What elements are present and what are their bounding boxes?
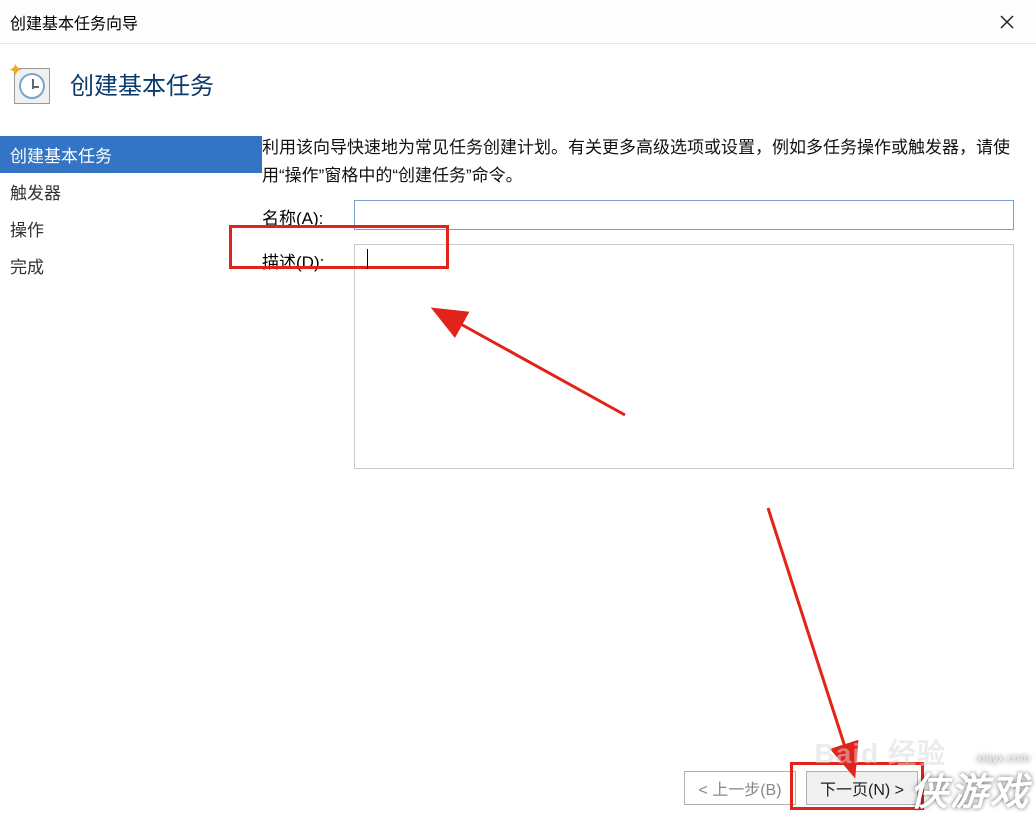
step-trigger[interactable]: 触发器 xyxy=(0,173,262,210)
name-input[interactable] xyxy=(354,200,1014,230)
step-action[interactable]: 操作 xyxy=(0,210,262,247)
instruction-text: 利用该向导快速地为常见任务创建计划。有关更多高级选项或设置，例如多任务操作或触发… xyxy=(262,134,1026,190)
wizard-body: 创建基本任务 触发器 操作 完成 利用该向导快速地为常见任务创建计划。有关更多高… xyxy=(0,134,1036,750)
wizard-footer: < 上一步(B) 下一页(N) > xyxy=(0,758,1036,818)
description-textarea[interactable] xyxy=(354,244,1014,469)
wizard-clock-icon: ✦ xyxy=(10,62,52,104)
name-row: 名称(A): xyxy=(262,200,1026,230)
description-label: 描述(D): xyxy=(262,244,354,273)
close-icon[interactable] xyxy=(992,7,1022,37)
next-button[interactable]: 下一页(N) > xyxy=(806,771,918,805)
window-title: 创建基本任务向导 xyxy=(10,10,138,34)
back-button: < 上一步(B) xyxy=(684,771,796,805)
step-create-basic-task[interactable]: 创建基本任务 xyxy=(0,136,262,173)
titlebar: 创建基本任务向导 xyxy=(0,0,1036,44)
name-label: 名称(A): xyxy=(262,200,354,229)
description-row: 描述(D): xyxy=(262,244,1026,469)
wizard-steps-sidebar: 创建基本任务 触发器 操作 完成 xyxy=(0,134,262,750)
wizard-title: 创建基本任务 xyxy=(70,66,214,101)
step-finish[interactable]: 完成 xyxy=(0,247,262,284)
wizard-header: ✦ 创建基本任务 xyxy=(0,44,1036,134)
wizard-content: 利用该向导快速地为常见任务创建计划。有关更多高级选项或设置，例如多任务操作或触发… xyxy=(262,134,1036,750)
